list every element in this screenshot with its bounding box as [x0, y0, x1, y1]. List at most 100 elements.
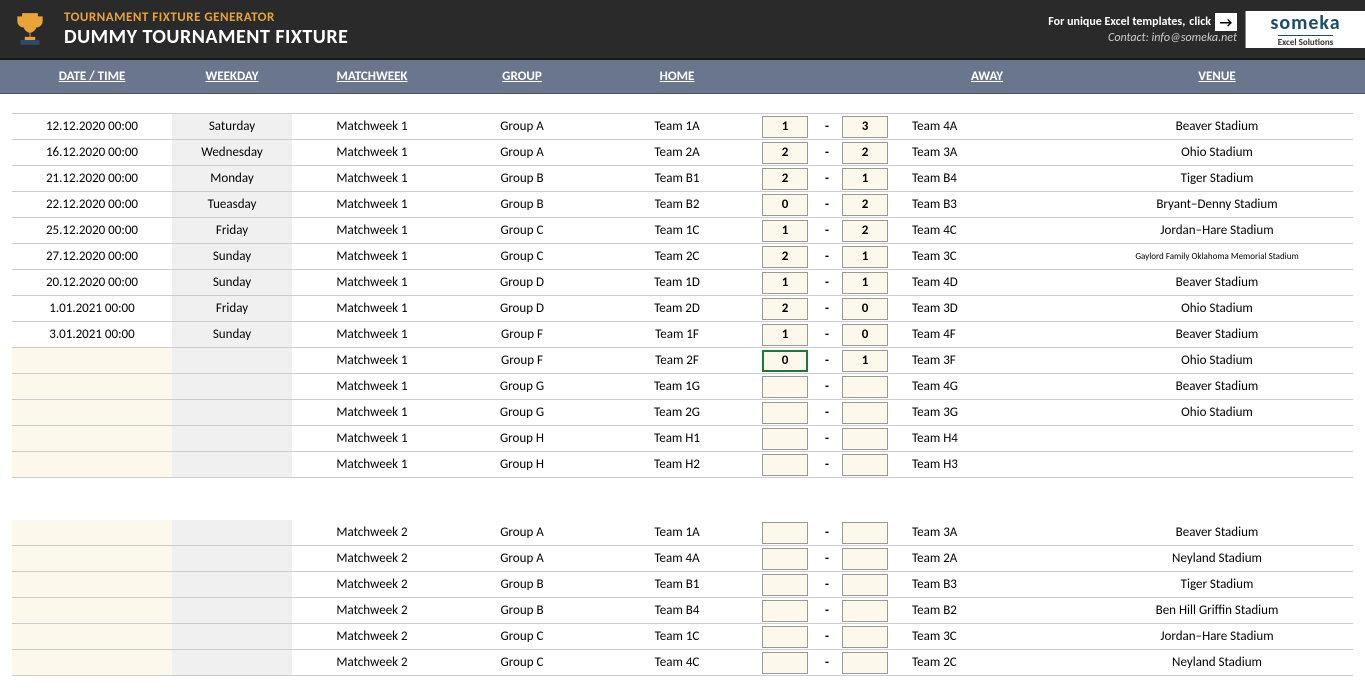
cell-venue[interactable]: Ohio Stadium	[1082, 353, 1352, 368]
cell-group[interactable]: Group B	[452, 171, 592, 186]
cell-venue[interactable]: Neyland Stadium	[1082, 551, 1352, 566]
cell-weekday[interactable]	[172, 546, 292, 571]
cell-home[interactable]: Team H1	[592, 431, 762, 446]
cell-matchweek[interactable]: Matchweek 1	[292, 275, 452, 290]
cell-date[interactable]: 22.12.2020 00:00	[12, 197, 172, 212]
cell-weekday[interactable]: Sunday	[172, 244, 292, 269]
home-score-input[interactable]: 2	[762, 142, 808, 164]
col-venue[interactable]: VENUE	[1082, 69, 1352, 84]
cell-matchweek[interactable]: Matchweek 1	[292, 145, 452, 160]
away-score-input[interactable]	[842, 454, 888, 476]
cell-away[interactable]: Team B2	[892, 603, 1082, 618]
home-score-input[interactable]: 1	[762, 324, 808, 346]
col-away[interactable]: AWAY	[892, 69, 1082, 84]
cell-home[interactable]: Team B1	[592, 577, 762, 592]
cell-weekday[interactable]	[172, 598, 292, 623]
cell-home[interactable]: Team 2A	[592, 145, 762, 160]
cell-away[interactable]: Team H4	[892, 431, 1082, 446]
away-score-input[interactable]	[842, 548, 888, 570]
cell-away[interactable]: Team 4A	[892, 119, 1082, 134]
home-score-input[interactable]: 1	[762, 272, 808, 294]
home-score-input[interactable]	[762, 428, 808, 450]
cell-matchweek[interactable]: Matchweek 1	[292, 379, 452, 394]
cell-matchweek[interactable]: Matchweek 1	[292, 171, 452, 186]
cell-weekday[interactable]	[172, 572, 292, 597]
home-score-input[interactable]: 0	[762, 194, 808, 216]
cell-away[interactable]: Team 3D	[892, 301, 1082, 316]
cell-date[interactable]	[12, 452, 172, 477]
cell-away[interactable]: Team 4G	[892, 379, 1082, 394]
cell-group[interactable]: Group F	[452, 327, 592, 342]
cell-matchweek[interactable]: Matchweek 1	[292, 327, 452, 342]
cell-venue[interactable]: Jordan–Hare Stadium	[1082, 629, 1352, 644]
away-score-input[interactable]: 1	[842, 246, 888, 268]
home-score-input[interactable]: 2	[762, 246, 808, 268]
home-score-input[interactable]	[762, 626, 808, 648]
cell-weekday[interactable]	[172, 426, 292, 451]
cell-group[interactable]: Group G	[452, 405, 592, 420]
cell-group[interactable]: Group A	[452, 525, 592, 540]
away-score-input[interactable]: 3	[842, 116, 888, 138]
cell-date[interactable]: 21.12.2020 00:00	[12, 171, 172, 186]
cell-away[interactable]: Team 3A	[892, 525, 1082, 540]
cell-home[interactable]: Team 1D	[592, 275, 762, 290]
cell-venue[interactable]: Gaylord Family Oklahoma Memorial Stadium	[1082, 251, 1352, 262]
cell-weekday[interactable]	[172, 374, 292, 399]
home-score-input[interactable]: 0	[762, 350, 808, 372]
cell-venue[interactable]: Beaver Stadium	[1082, 119, 1352, 134]
cell-venue[interactable]: Bryant–Denny Stadium	[1082, 197, 1352, 212]
cell-venue[interactable]: Ben Hill Griffin Stadium	[1082, 603, 1352, 618]
home-score-input[interactable]	[762, 652, 808, 674]
cell-venue[interactable]: Tiger Stadium	[1082, 577, 1352, 592]
cell-group[interactable]: Group F	[452, 353, 592, 368]
home-score-input[interactable]	[762, 402, 808, 424]
cell-group[interactable]: Group D	[452, 275, 592, 290]
cell-weekday[interactable]	[172, 400, 292, 425]
cell-group[interactable]: Group B	[452, 603, 592, 618]
cell-weekday[interactable]: Monday	[172, 166, 292, 191]
away-score-input[interactable]	[842, 402, 888, 424]
cell-matchweek[interactable]: Matchweek 2	[292, 629, 452, 644]
cell-group[interactable]: Group C	[452, 629, 592, 644]
away-score-input[interactable]: 0	[842, 324, 888, 346]
cell-home[interactable]: Team B4	[592, 603, 762, 618]
cell-group[interactable]: Group B	[452, 197, 592, 212]
cell-venue[interactable]: Beaver Stadium	[1082, 379, 1352, 394]
cell-away[interactable]: Team 3C	[892, 629, 1082, 644]
cell-matchweek[interactable]: Matchweek 2	[292, 577, 452, 592]
cell-home[interactable]: Team 2D	[592, 301, 762, 316]
cell-venue[interactable]: Beaver Stadium	[1082, 525, 1352, 540]
cell-group[interactable]: Group G	[452, 379, 592, 394]
cell-weekday[interactable]: Saturday	[172, 114, 292, 139]
cell-group[interactable]: Group C	[452, 655, 592, 670]
col-matchweek[interactable]: MATCHWEEK	[292, 69, 452, 84]
cell-home[interactable]: Team 1F	[592, 327, 762, 342]
cell-weekday[interactable]: Sunday	[172, 322, 292, 347]
cell-date[interactable]	[12, 650, 172, 675]
cell-venue[interactable]: Ohio Stadium	[1082, 405, 1352, 420]
cell-date[interactable]	[12, 374, 172, 399]
cell-weekday[interactable]: Sunday	[172, 270, 292, 295]
away-score-input[interactable]	[842, 428, 888, 450]
col-home[interactable]: HOME	[592, 69, 762, 84]
cell-away[interactable]: Team B3	[892, 577, 1082, 592]
cell-date[interactable]	[12, 426, 172, 451]
home-score-input[interactable]	[762, 454, 808, 476]
home-score-input[interactable]: 1	[762, 220, 808, 242]
cell-weekday[interactable]: Friday	[172, 296, 292, 321]
cell-away[interactable]: Team 3A	[892, 145, 1082, 160]
cell-matchweek[interactable]: Matchweek 1	[292, 301, 452, 316]
cell-away[interactable]: Team B3	[892, 197, 1082, 212]
cell-date[interactable]	[12, 624, 172, 649]
home-score-input[interactable]	[762, 600, 808, 622]
cell-home[interactable]: Team B2	[592, 197, 762, 212]
cell-venue[interactable]: Neyland Stadium	[1082, 655, 1352, 670]
cell-venue[interactable]: Ohio Stadium	[1082, 301, 1352, 316]
away-score-input[interactable]	[842, 626, 888, 648]
cell-group[interactable]: Group A	[452, 551, 592, 566]
cell-away[interactable]: Team H3	[892, 457, 1082, 472]
cell-home[interactable]: Team 1A	[592, 525, 762, 540]
cell-away[interactable]: Team 4C	[892, 223, 1082, 238]
cell-home[interactable]: Team 4C	[592, 655, 762, 670]
cell-home[interactable]: Team H2	[592, 457, 762, 472]
